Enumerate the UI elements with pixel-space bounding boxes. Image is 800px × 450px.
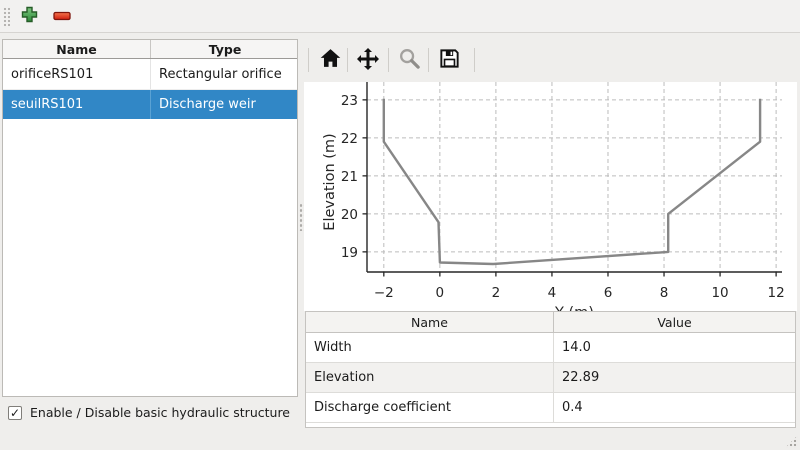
cross-section-figure: −20246810121920212223Y (m)Elevation (m) bbox=[304, 82, 797, 311]
svg-text:8: 8 bbox=[660, 285, 669, 301]
svg-text:4: 4 bbox=[548, 285, 557, 301]
structures-toolbar bbox=[0, 0, 800, 33]
param-name: Discharge coefficient bbox=[306, 393, 554, 422]
save-floppy-icon bbox=[438, 47, 461, 73]
table-row-weir-selected[interactable]: seuilRS101 Discharge weir bbox=[3, 89, 297, 119]
profile-chart-canvas[interactable]: −20246810121920212223Y (m)Elevation (m) bbox=[304, 82, 797, 311]
param-row-elevation[interactable]: Elevation 22.89 bbox=[306, 363, 795, 393]
remove-structure-button[interactable] bbox=[48, 0, 76, 32]
window-resize-grip[interactable] bbox=[785, 435, 798, 448]
toolbar-drag-handle[interactable] bbox=[3, 7, 10, 28]
magnifier-icon bbox=[398, 47, 421, 73]
svg-text:23: 23 bbox=[341, 93, 358, 109]
parameters-table-header: Name Value bbox=[306, 312, 795, 333]
svg-text:10: 10 bbox=[711, 285, 728, 301]
pan-button[interactable] bbox=[352, 44, 384, 76]
toolbar-separator bbox=[347, 48, 348, 72]
svg-text:2: 2 bbox=[492, 285, 501, 301]
minus-icon bbox=[53, 9, 71, 24]
home-icon bbox=[319, 47, 342, 73]
column-header-name[interactable]: Name bbox=[3, 40, 151, 58]
pan-arrows-icon bbox=[356, 47, 380, 74]
checkbox-checked[interactable]: ✓ bbox=[8, 406, 22, 420]
toolbar-separator bbox=[388, 48, 389, 72]
column-header-value[interactable]: Value bbox=[554, 312, 795, 332]
toolbar-separator bbox=[308, 48, 309, 72]
svg-text:20: 20 bbox=[341, 207, 358, 223]
structure-name: seuilRS101 bbox=[3, 90, 151, 119]
svg-text:6: 6 bbox=[604, 285, 613, 301]
svg-text:19: 19 bbox=[341, 245, 358, 261]
param-value[interactable]: 0.4 bbox=[554, 393, 795, 422]
param-row-discharge-coefficient[interactable]: Discharge coefficient 0.4 bbox=[306, 393, 795, 423]
svg-text:12: 12 bbox=[768, 285, 785, 301]
toolbar-separator bbox=[474, 48, 475, 72]
param-name: Width bbox=[306, 333, 554, 362]
plus-icon bbox=[21, 6, 38, 26]
toolbar-separator bbox=[428, 48, 429, 72]
svg-text:Elevation (m): Elevation (m) bbox=[322, 133, 338, 230]
checkbox-label: Enable / Disable basic hydraulic structu… bbox=[30, 405, 290, 420]
structures-table-header: Name Type bbox=[3, 40, 297, 59]
param-name: Elevation bbox=[306, 363, 554, 392]
column-header-type[interactable]: Type bbox=[151, 40, 299, 58]
table-row-orifice[interactable]: orificeRS101 Rectangular orifice bbox=[3, 59, 297, 89]
svg-text:22: 22 bbox=[341, 131, 358, 147]
svg-text:21: 21 bbox=[341, 169, 358, 185]
param-value[interactable]: 14.0 bbox=[554, 333, 795, 362]
add-structure-button[interactable] bbox=[15, 0, 43, 32]
structures-table: Name Type orificeRS101 Rectangular orifi… bbox=[2, 39, 298, 397]
parameters-table: Name Value Width 14.0 Elevation 22.89 Di… bbox=[305, 311, 796, 428]
svg-text:−2: −2 bbox=[374, 285, 394, 301]
structure-name: orificeRS101 bbox=[3, 59, 151, 89]
home-view-button[interactable] bbox=[314, 44, 346, 76]
param-row-width[interactable]: Width 14.0 bbox=[306, 333, 795, 363]
param-value[interactable]: 22.89 bbox=[554, 363, 795, 392]
zoom-rect-button[interactable] bbox=[393, 44, 425, 76]
enable-structure-checkbox-row[interactable]: ✓ Enable / Disable basic hydraulic struc… bbox=[8, 405, 290, 420]
svg-text:0: 0 bbox=[436, 285, 445, 301]
column-header-name[interactable]: Name bbox=[306, 312, 554, 332]
structure-type: Discharge weir bbox=[151, 90, 299, 119]
structure-type: Rectangular orifice bbox=[151, 59, 299, 89]
save-figure-button[interactable] bbox=[433, 44, 465, 76]
